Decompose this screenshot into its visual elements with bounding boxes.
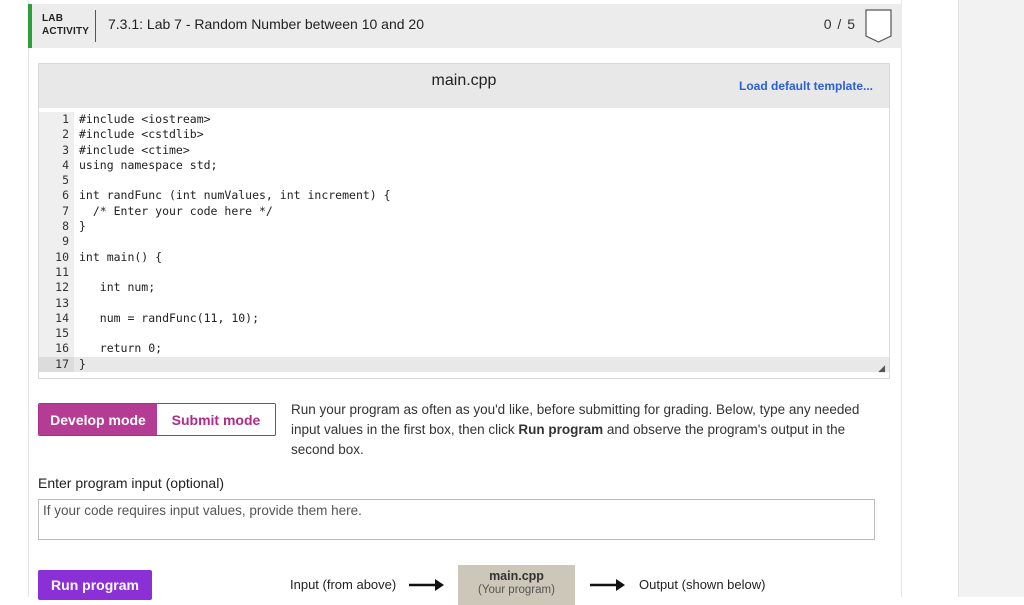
code-text[interactable]: } (74, 357, 86, 372)
code-text[interactable]: #include <cstdlib> (74, 127, 204, 142)
mode-toggle: Develop mode Submit mode (38, 403, 276, 436)
lab-header: LAB ACTIVITY 7.3.1: Lab 7 - Random Numbe… (28, 4, 902, 48)
code-text[interactable]: int main() { (74, 250, 162, 265)
instructions-bold: Run program (518, 422, 604, 437)
lab-activity-label: LAB ACTIVITY (42, 12, 89, 38)
program-box-subtitle: (Your program) (478, 584, 555, 596)
program-input-field[interactable] (38, 499, 875, 540)
load-default-template-link[interactable]: Load default template... (739, 79, 873, 93)
code-line[interactable]: 11 (39, 264, 889, 281)
line-number: 10 (39, 249, 74, 265)
right-side-panel (958, 0, 1024, 597)
code-line[interactable]: 8} (39, 219, 889, 235)
line-number: 6 (39, 188, 74, 204)
code-line[interactable]: 3 #include <ctime> (39, 142, 889, 158)
program-box-filename: main.cpp (489, 569, 544, 583)
code-line[interactable]: 6 int randFunc (int numValues, int increm… (39, 188, 889, 204)
lab-label-line2: ACTIVITY (42, 26, 90, 37)
code-area[interactable]: 1 #include <iostream> 2 #include <cstdlib> 3… (39, 112, 889, 373)
line-number: 5 (39, 173, 74, 189)
resize-grip-icon[interactable]: ◢ (878, 363, 885, 374)
line-number: 13 (39, 295, 74, 311)
run-instructions: Run your program as often as you'd like,… (291, 400, 891, 460)
line-number: 4 (39, 157, 74, 174)
code-line[interactable]: 17} (39, 356, 889, 373)
code-line[interactable]: 16 return 0; (39, 341, 889, 357)
code-line[interactable]: 14 num = randFunc(11, 10); (39, 310, 889, 327)
code-text[interactable]: int randFunc (int numValues, int increme… (74, 188, 391, 203)
score-text: 0 / 5 (823, 16, 856, 32)
develop-mode-button[interactable]: Develop mode (39, 404, 157, 435)
code-line[interactable]: 9 (39, 234, 889, 250)
code-text[interactable]: int num; (74, 280, 155, 295)
line-number: 9 (39, 234, 74, 250)
arrow-right-icon (409, 579, 444, 591)
program-input-label: Enter program input (optional) (38, 475, 224, 491)
code-text[interactable]: /* Enter your code here */ (74, 204, 273, 219)
submit-mode-button[interactable]: Submit mode (157, 404, 275, 435)
line-number: 8 (39, 219, 74, 235)
code-line[interactable]: 5 (39, 173, 889, 189)
header-divider (95, 10, 96, 42)
flow-input-label: Input (from above) (290, 577, 397, 592)
line-number: 14 (39, 310, 74, 327)
line-number: 11 (39, 264, 74, 281)
code-text[interactable]: using namespace std; (74, 158, 217, 173)
flow-output-label: Output (shown below) (639, 577, 766, 592)
code-line[interactable]: 10 int main() { (39, 249, 889, 265)
code-text[interactable]: #include <iostream> (74, 112, 211, 127)
code-text[interactable]: return 0; (74, 341, 162, 356)
line-number: 16 (39, 341, 74, 357)
code-text[interactable]: #include <ctime> (74, 143, 190, 158)
code-line[interactable]: 12 int num; (39, 280, 889, 296)
code-line[interactable]: 1 #include <iostream> (39, 112, 889, 128)
code-line[interactable]: 15 (39, 326, 889, 342)
code-line[interactable]: 7 /* Enter your code here */ (39, 203, 889, 220)
code-line[interactable]: 2 #include <cstdlib> (39, 127, 889, 143)
code-line[interactable]: 4 using namespace std; (39, 157, 889, 174)
code-text[interactable]: num = randFunc(11, 10); (74, 311, 259, 326)
run-program-button[interactable]: Run program (38, 570, 152, 600)
line-number: 7 (39, 203, 74, 220)
editor-toolbar: main.cpp Load default template... (39, 64, 889, 108)
line-number: 3 (39, 142, 74, 158)
lab-title: 7.3.1: Lab 7 - Random Number between 10 … (108, 16, 424, 32)
line-number: 1 (39, 112, 74, 128)
program-box: main.cpp (Your program) (458, 565, 575, 605)
arrow-right-icon (590, 579, 625, 591)
code-text[interactable]: } (74, 219, 86, 234)
lab-label-line1: LAB (42, 13, 64, 24)
score-badge-icon (865, 9, 892, 43)
line-number: 15 (39, 326, 74, 342)
code-line[interactable]: 13 (39, 295, 889, 311)
line-number: 17 (39, 356, 74, 373)
code-editor: main.cpp Load default template... 1 #incl… (38, 63, 890, 379)
line-number: 12 (39, 280, 74, 296)
line-number: 2 (39, 127, 74, 143)
